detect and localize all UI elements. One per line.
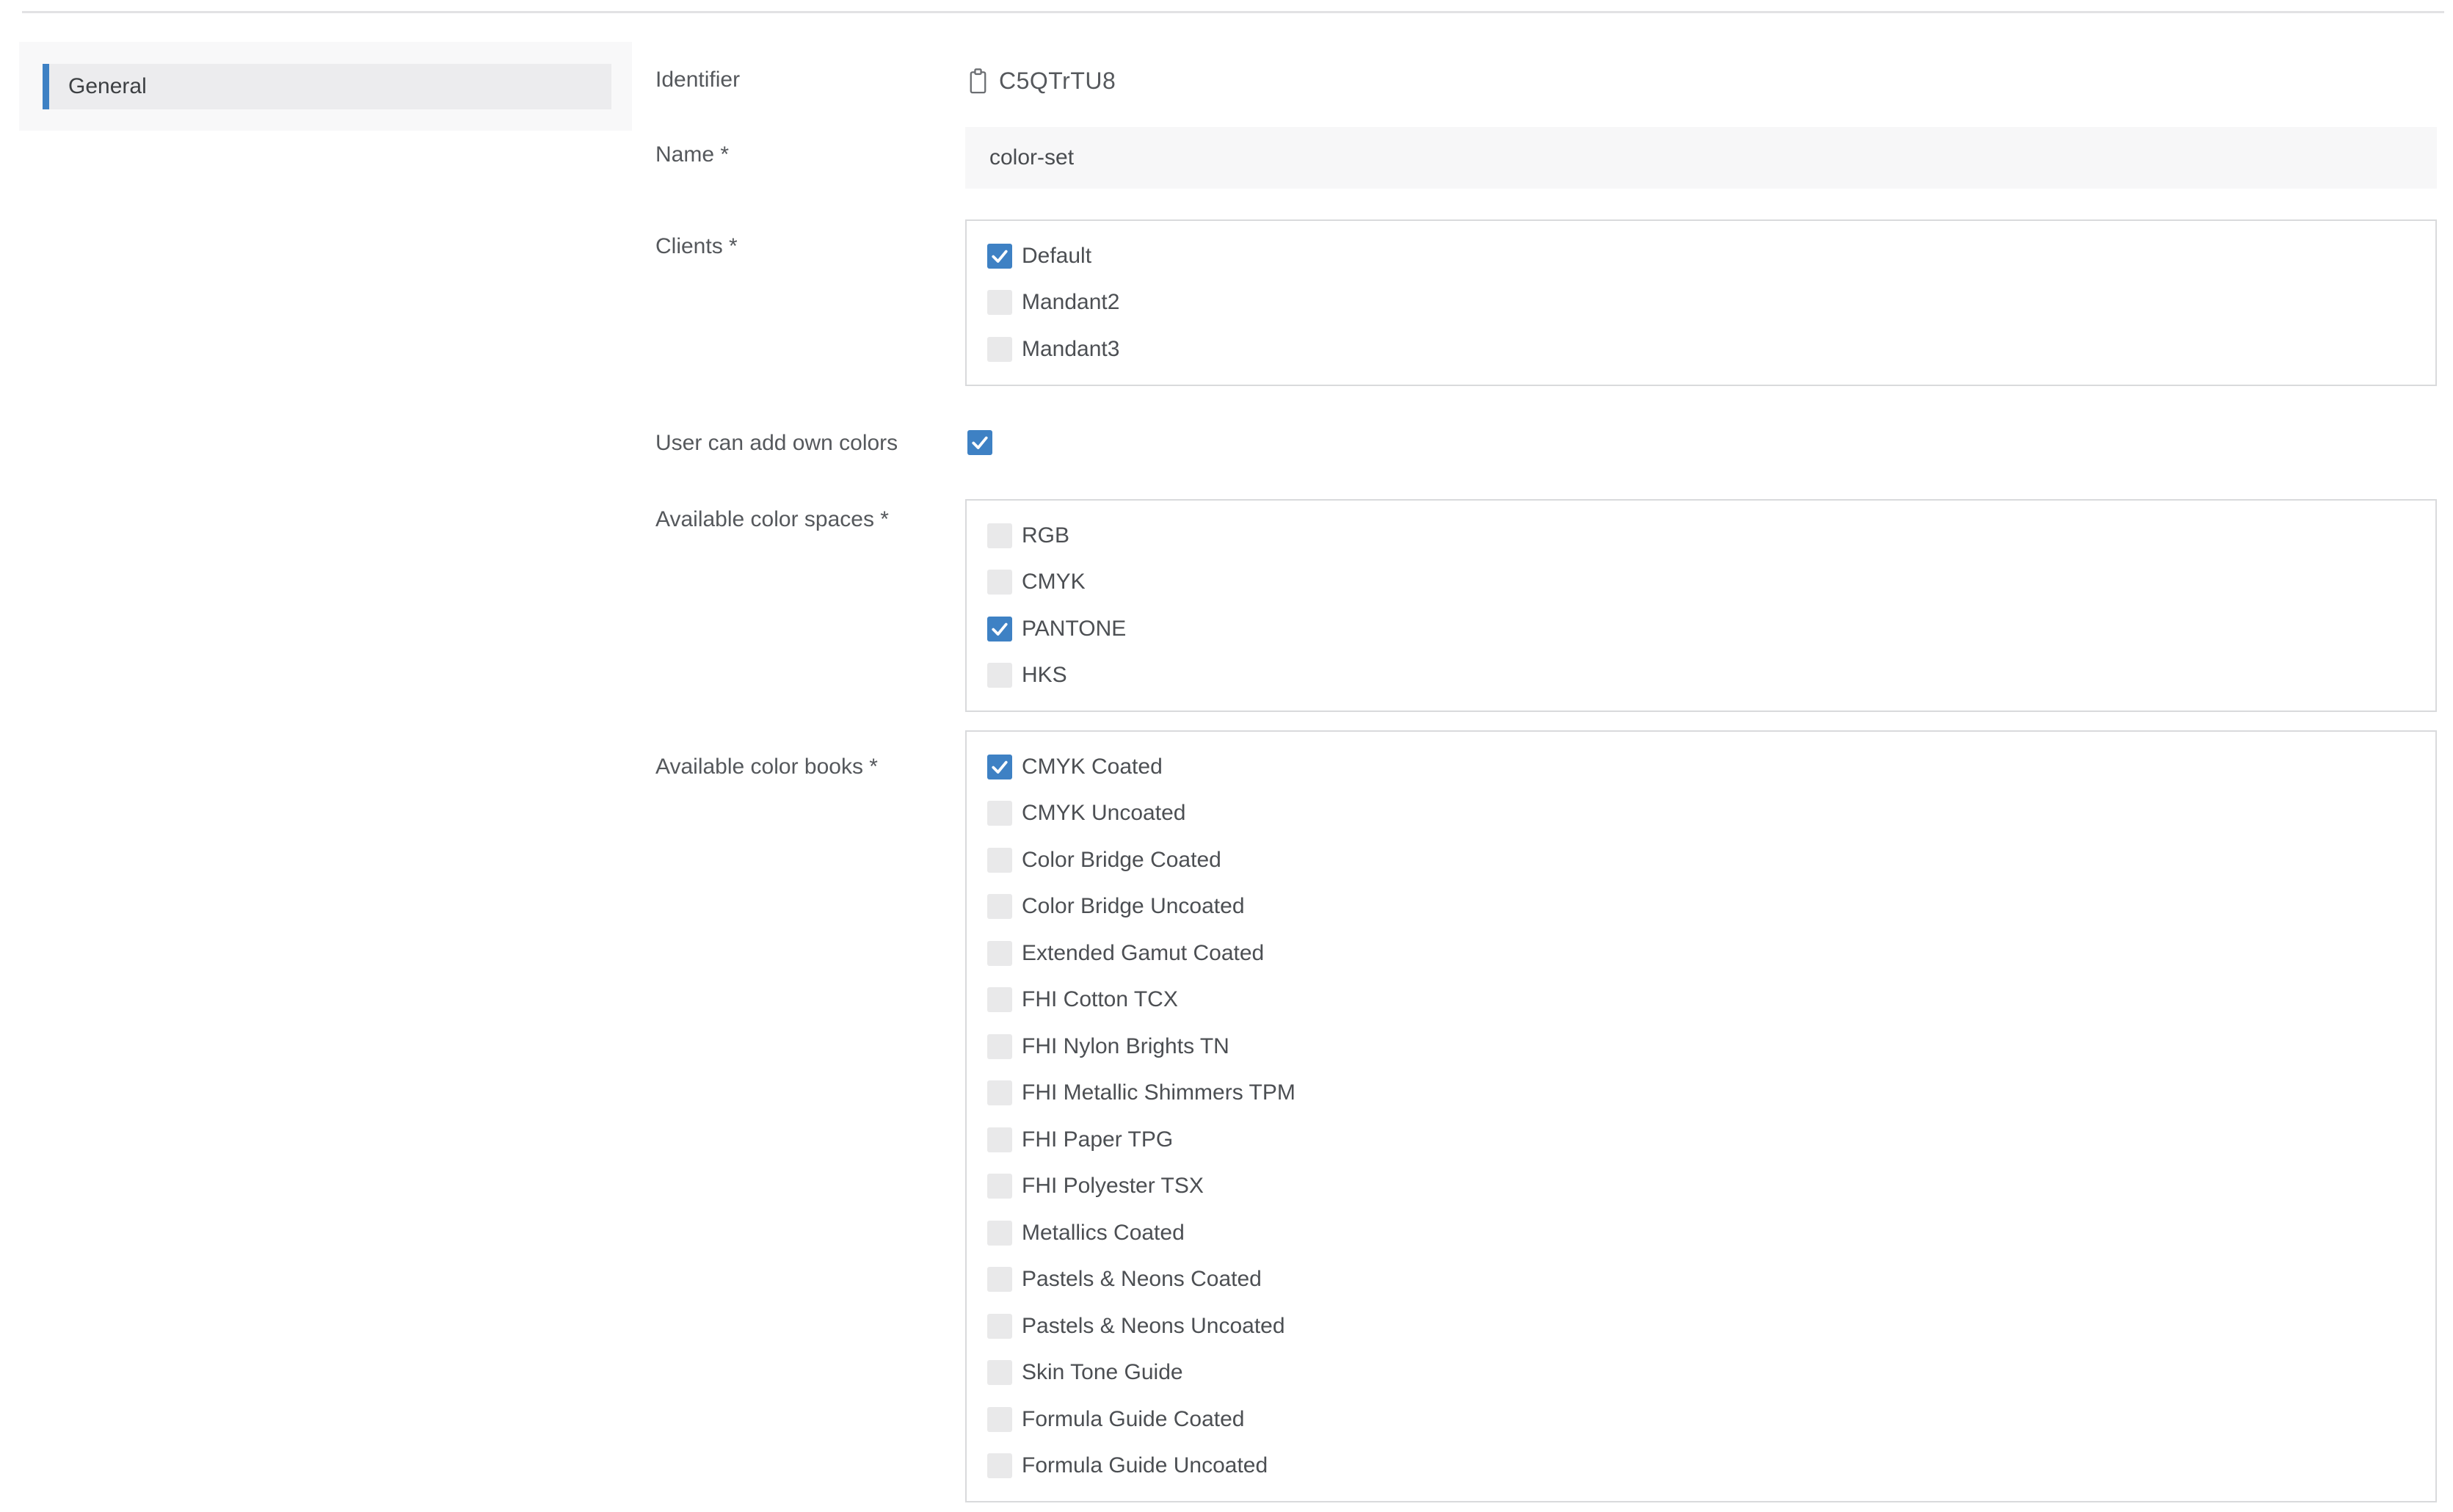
clipboard-copy-icon[interactable] bbox=[968, 68, 988, 95]
checkbox-label: CMYK Coated bbox=[1022, 755, 1163, 779]
checkbox-label: PANTONE bbox=[1022, 617, 1126, 641]
checkbox-label: Default bbox=[1022, 244, 1091, 269]
checkbox[interactable] bbox=[987, 337, 1012, 362]
check-icon bbox=[989, 757, 1010, 777]
checkbox-option: Metallics Coated bbox=[967, 1210, 2435, 1257]
checkbox-option: CMYK Uncoated bbox=[967, 790, 2435, 837]
checkbox-label: HKS bbox=[1022, 663, 1067, 688]
checkbox-option: FHI Nylon Brights TN bbox=[967, 1023, 2435, 1070]
checkbox-option: Default bbox=[967, 233, 2435, 280]
top-divider bbox=[22, 11, 2444, 13]
checkbox-label: FHI Nylon Brights TN bbox=[1022, 1034, 1229, 1059]
checkbox[interactable] bbox=[987, 1407, 1012, 1432]
identifier-text: C5QTrTU8 bbox=[999, 68, 1116, 95]
checkbox[interactable] bbox=[987, 801, 1012, 826]
checkbox-label: Color Bridge Uncoated bbox=[1022, 894, 1245, 919]
checkbox-option: Color Bridge Uncoated bbox=[967, 884, 2435, 931]
checkbox-option: CMYK Coated bbox=[967, 744, 2435, 790]
name-label: Name * bbox=[655, 143, 729, 167]
checkbox[interactable] bbox=[987, 290, 1012, 315]
checkbox-option: FHI Paper TPG bbox=[967, 1116, 2435, 1163]
sidebar-item-label: General bbox=[68, 74, 147, 99]
checkbox-label: Mandant2 bbox=[1022, 290, 1119, 315]
checkbox-label: CMYK bbox=[1022, 570, 1086, 595]
user-can-add-own-colors-checkbox[interactable] bbox=[967, 430, 992, 455]
checkbox[interactable] bbox=[987, 894, 1012, 919]
checkbox[interactable] bbox=[987, 570, 1012, 595]
checkbox-label: FHI Metallic Shimmers TPM bbox=[1022, 1080, 1295, 1105]
checkbox-option: PANTONE bbox=[967, 606, 2435, 653]
checkbox-option: FHI Polyester TSX bbox=[967, 1163, 2435, 1210]
checkbox[interactable] bbox=[987, 1360, 1012, 1385]
check-icon bbox=[989, 619, 1010, 639]
sidebar: General bbox=[19, 42, 632, 131]
checkbox-label: CMYK Uncoated bbox=[1022, 801, 1185, 826]
name-input[interactable] bbox=[965, 127, 2437, 189]
check-icon bbox=[989, 246, 1010, 266]
color-books-label: Available color books * bbox=[655, 755, 878, 779]
checkbox[interactable] bbox=[987, 244, 1012, 269]
checkbox[interactable] bbox=[987, 1034, 1012, 1059]
user-can-add-own-colors-label: User can add own colors bbox=[655, 432, 898, 455]
checkbox[interactable] bbox=[987, 987, 1012, 1012]
checkbox[interactable] bbox=[987, 617, 1012, 641]
checkbox-option: Formula Guide Uncoated bbox=[967, 1443, 2435, 1490]
identifier-label: Identifier bbox=[655, 68, 740, 92]
checkbox-label: Pastels & Neons Uncoated bbox=[1022, 1314, 1285, 1339]
checkbox-label: RGB bbox=[1022, 523, 1069, 548]
checkbox[interactable] bbox=[987, 755, 1012, 779]
checkbox[interactable] bbox=[987, 1314, 1012, 1339]
checkbox-label: FHI Polyester TSX bbox=[1022, 1174, 1204, 1199]
checkbox-option: CMYK bbox=[967, 559, 2435, 606]
checkbox-option: Extended Gamut Coated bbox=[967, 930, 2435, 977]
checkbox-option: Pastels & Neons Coated bbox=[967, 1257, 2435, 1304]
identifier-value: C5QTrTU8 bbox=[968, 68, 1116, 95]
checkbox-option: RGB bbox=[967, 512, 2435, 559]
checkbox-option: Mandant3 bbox=[967, 326, 2435, 373]
checkbox-option: Mandant2 bbox=[967, 280, 2435, 327]
checkbox[interactable] bbox=[987, 1453, 1012, 1478]
checkbox-label: Skin Tone Guide bbox=[1022, 1360, 1183, 1385]
checkbox-label: Metallics Coated bbox=[1022, 1221, 1185, 1246]
color-spaces-label: Available color spaces * bbox=[655, 508, 889, 531]
clients-label: Clients * bbox=[655, 235, 738, 258]
checkbox-label: Extended Gamut Coated bbox=[1022, 941, 1264, 966]
color-books-checkbox-group: CMYK Coated CMYK Uncoated Color Bridge C… bbox=[965, 730, 2437, 1502]
checkbox[interactable] bbox=[987, 1127, 1012, 1152]
checkbox-option: FHI Cotton TCX bbox=[967, 977, 2435, 1024]
checkbox[interactable] bbox=[987, 848, 1012, 873]
checkbox[interactable] bbox=[987, 1267, 1012, 1292]
checkbox-label: Formula Guide Uncoated bbox=[1022, 1453, 1268, 1478]
clients-checkbox-group: Default Mandant2 Mandant3 bbox=[965, 219, 2437, 386]
checkbox[interactable] bbox=[987, 523, 1012, 548]
check-icon bbox=[970, 432, 990, 453]
checkbox[interactable] bbox=[987, 1221, 1012, 1246]
checkbox[interactable] bbox=[987, 941, 1012, 966]
checkbox-option: Skin Tone Guide bbox=[967, 1350, 2435, 1397]
checkbox-option: FHI Metallic Shimmers TPM bbox=[967, 1070, 2435, 1117]
checkbox-label: Mandant3 bbox=[1022, 337, 1119, 362]
checkbox-label: Pastels & Neons Coated bbox=[1022, 1267, 1262, 1292]
checkbox-label: Formula Guide Coated bbox=[1022, 1407, 1245, 1432]
checkbox-option: Formula Guide Coated bbox=[967, 1396, 2435, 1443]
color-set-settings-page: General Identifier C5QTrTU8 Name * Clien… bbox=[0, 0, 2453, 1512]
checkbox-option: HKS bbox=[967, 653, 2435, 699]
checkbox-label: FHI Paper TPG bbox=[1022, 1127, 1173, 1152]
checkbox[interactable] bbox=[987, 663, 1012, 688]
checkbox-option: Color Bridge Coated bbox=[967, 837, 2435, 884]
checkbox[interactable] bbox=[987, 1080, 1012, 1105]
checkbox[interactable] bbox=[987, 1174, 1012, 1199]
checkbox-label: Color Bridge Coated bbox=[1022, 848, 1221, 873]
checkbox-option: Pastels & Neons Uncoated bbox=[967, 1303, 2435, 1350]
sidebar-item-general[interactable]: General bbox=[43, 64, 611, 109]
checkbox-label: FHI Cotton TCX bbox=[1022, 987, 1178, 1012]
color-spaces-checkbox-group: RGB CMYK PANTONE HKS bbox=[965, 499, 2437, 712]
